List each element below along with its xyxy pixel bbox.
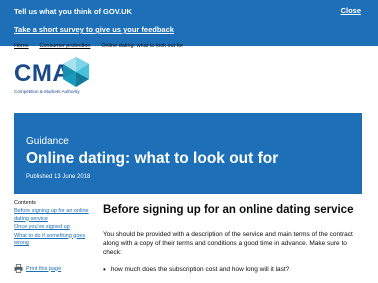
- section-paragraph: You should be provided with a descriptio…: [103, 231, 353, 256]
- banner-title: Tell us what you think of GOV.UK: [14, 7, 132, 16]
- breadcrumb-separator-icon: ›: [33, 43, 35, 49]
- published-date: Published 13 June 2018: [26, 174, 91, 180]
- cma-logo[interactable]: CMA Competition & Markets Authority: [14, 56, 154, 106]
- page-header: Guidance Online dating: what to look out…: [14, 113, 362, 194]
- printer-icon: [14, 264, 23, 273]
- breadcrumb-separator-icon: ›: [95, 43, 97, 49]
- page-title: Online dating: what to look out for: [26, 150, 279, 167]
- section-heading: Before signing up for an online dating s…: [103, 204, 354, 216]
- main-content: Before signing up for an online dating s…: [103, 203, 365, 274]
- print-page-label: Print this page: [26, 265, 62, 272]
- close-banner-link[interactable]: Close: [341, 6, 361, 15]
- bullet-icon: •: [103, 265, 106, 274]
- contents-link-something-wrong[interactable]: What to do if something goes wrong: [14, 233, 94, 248]
- contents-link-before-signing-up[interactable]: Before signing up for an online dating s…: [14, 208, 94, 223]
- contents-heading: Contents: [14, 200, 37, 206]
- survey-link[interactable]: Take a short survey to give us your feed…: [14, 25, 174, 34]
- logo-full-name: Competition & Markets Authority: [14, 89, 80, 94]
- page-caption: Guidance: [26, 136, 69, 147]
- breadcrumb-consumer-protection[interactable]: Consumer protection: [39, 43, 90, 49]
- breadcrumb-current: Online dating: what to look out for: [101, 43, 184, 49]
- cma-crystal-icon: [63, 57, 89, 87]
- breadcrumb-home[interactable]: Home: [14, 43, 29, 49]
- feedback-banner: Tell us what you think of GOV.UK Take a …: [0, 0, 378, 46]
- list-item-text: how much does the subscription cost and …: [110, 266, 290, 273]
- print-page-button[interactable]: Print this page: [14, 264, 61, 273]
- breadcrumb: Home › Consumer protection › Online dati…: [14, 43, 183, 49]
- contents-link-once-signed-up[interactable]: Once you've signed up: [14, 224, 94, 232]
- list-item: • how much does the subscription cost an…: [103, 265, 365, 274]
- contents-sidebar: Contents Before signing up for an online…: [14, 200, 94, 273]
